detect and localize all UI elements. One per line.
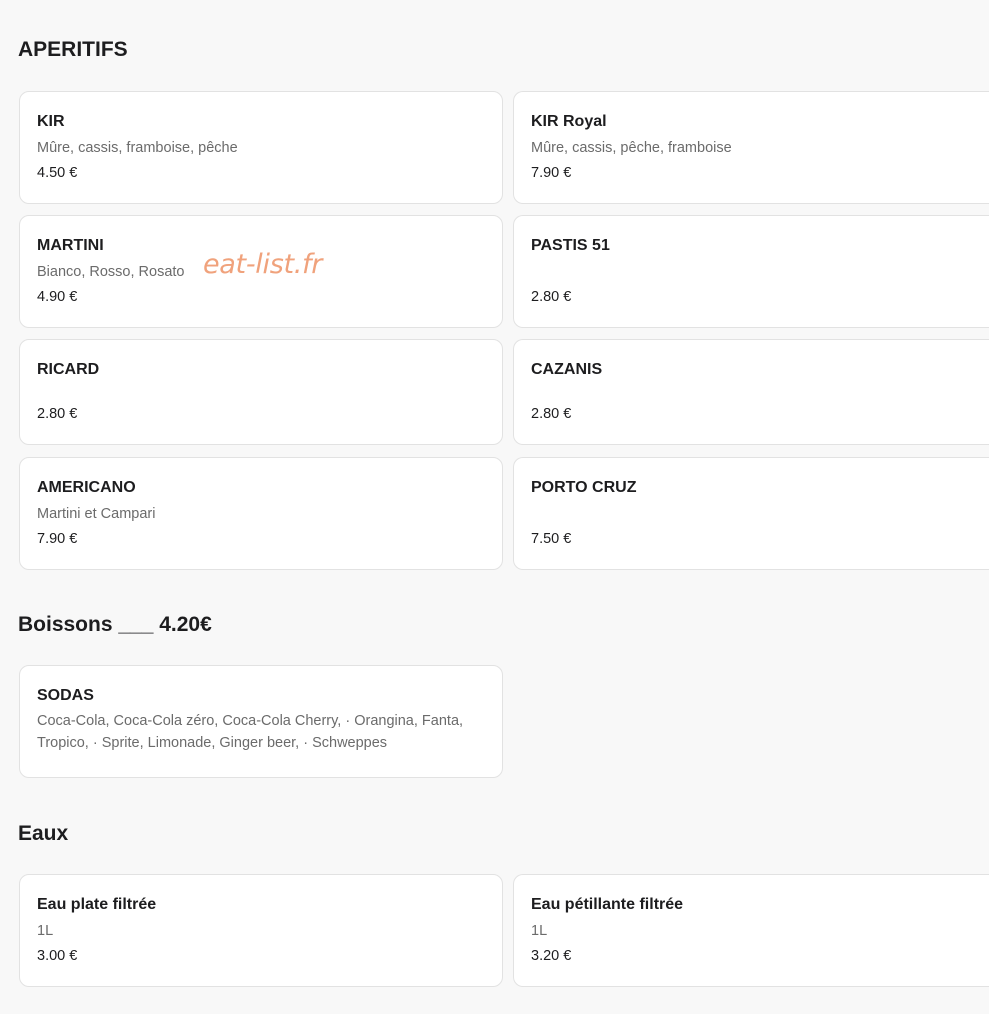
item-price: 3.20 € — [531, 948, 572, 964]
item-description: Mûre, cassis, pêche, framboise — [531, 140, 732, 156]
item-description: Mûre, cassis, framboise, pêche — [37, 140, 238, 156]
item-name: RICARD — [37, 361, 100, 378]
section-title-aperitifs: APERITIFS — [18, 38, 128, 61]
item-name: PORTO CRUZ — [531, 479, 637, 496]
item-price: 4.90 € — [37, 289, 78, 305]
item-price: 2.80 € — [531, 406, 572, 422]
item-price: 7.90 € — [531, 165, 572, 181]
item-description: Martini et Campari — [37, 506, 156, 522]
item-price: 7.90 € — [37, 531, 78, 547]
item-price: 2.80 € — [37, 406, 78, 422]
menu-item-card-kir[interactable]: KIR Mûre, cassis, framboise, pêche 4.50 … — [19, 91, 503, 204]
menu-item-card-porto-cruz[interactable]: PORTO CRUZ 7.50 € — [513, 457, 989, 570]
menu-item-card-eau-plate[interactable]: Eau plate filtrée 1L 3.00 € — [19, 874, 503, 987]
menu-item-card-americano[interactable]: AMERICANO Martini et Campari 7.90 € — [19, 457, 503, 570]
item-description — [531, 384, 972, 400]
menu-item-card-pastis-51[interactable]: PASTIS 51 2.80 € — [513, 215, 989, 328]
item-name: CAZANIS — [531, 361, 603, 378]
item-description — [531, 261, 972, 283]
menu-item-card-eau-petillante[interactable]: Eau pétillante filtrée 1L 3.20 € — [513, 874, 989, 987]
item-description — [37, 384, 485, 400]
section-title-eaux: Eaux — [18, 822, 69, 845]
item-name: SODAS — [37, 687, 94, 704]
item-name: PASTIS 51 — [531, 237, 610, 254]
section-title-boissons: Boissons ___ 4.20€ — [18, 613, 212, 636]
item-name: KIR — [37, 113, 65, 130]
item-name: Eau plate filtrée — [37, 896, 157, 913]
menu-item-card-ricard[interactable]: RICARD 2.80 € — [19, 339, 503, 445]
item-description: 1L — [37, 923, 54, 939]
item-price: 2.80 € — [531, 289, 572, 305]
menu-item-card-sodas[interactable]: SODAS Coca-Cola, Coca-Cola zéro, Coca-Co… — [19, 665, 503, 778]
item-name: Eau pétillante filtrée — [531, 896, 684, 913]
item-description — [531, 503, 972, 525]
item-price: 3.00 € — [37, 948, 78, 964]
menu-item-card-kir-royal[interactable]: KIR Royal Mûre, cassis, pêche, framboise… — [513, 91, 989, 204]
item-name: KIR Royal — [531, 113, 607, 130]
item-price: 7.50 € — [531, 531, 572, 547]
item-price: 4.50 € — [37, 165, 78, 181]
item-name: AMERICANO — [37, 479, 136, 496]
watermark: eat-list.fr — [203, 249, 323, 280]
menu-item-card-cazanis[interactable]: CAZANIS 2.80 € — [513, 339, 989, 445]
item-description: Coca-Cola, Coca-Cola zéro, Coca-Cola Che… — [37, 713, 464, 751]
item-description: 1L — [531, 923, 548, 939]
